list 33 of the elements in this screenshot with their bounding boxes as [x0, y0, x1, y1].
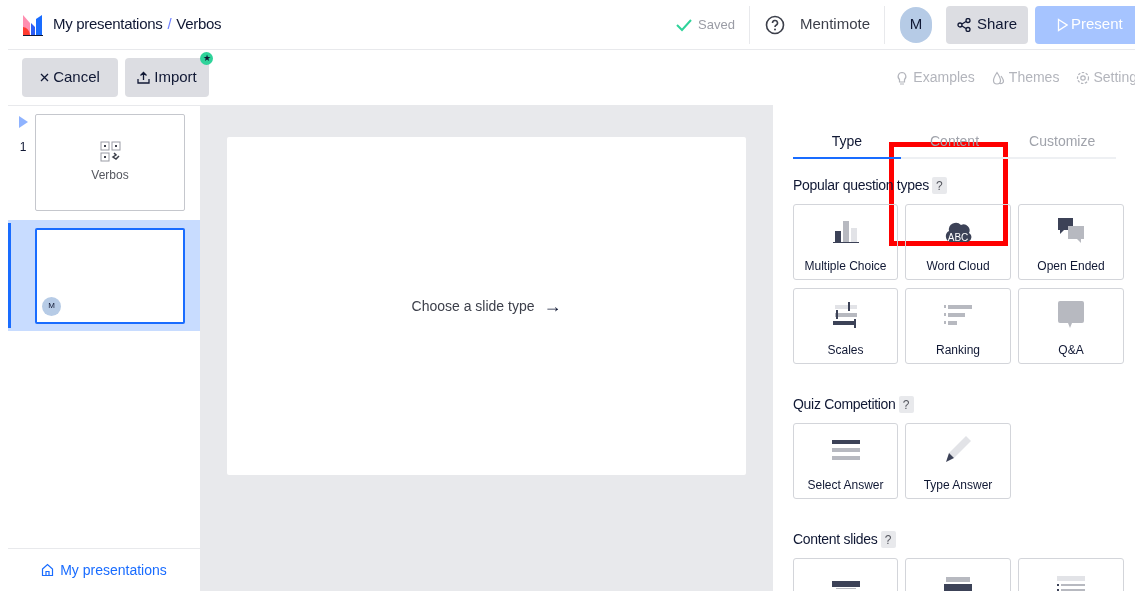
question-type-card[interactable]: ABC Word Cloud [905, 204, 1011, 280]
slide-thumbnail[interactable]: Verbos [35, 114, 185, 211]
section-heading: Quiz Competition [793, 395, 896, 414]
presentation-title: Verbos [176, 14, 222, 35]
section-heading: Content slides [793, 530, 878, 549]
slide-title: Verbos [91, 167, 129, 184]
question-type-card[interactable]: Ranking [905, 288, 1011, 364]
question-type-card[interactable]: Multiple Choice [793, 204, 898, 280]
new-badge: ★ [200, 52, 213, 65]
help-badge[interactable]: ? [898, 396, 914, 413]
cancel-button[interactable]: Cancel [22, 58, 118, 97]
question-type-card[interactable]: Type Answer [905, 423, 1011, 499]
slide-row[interactable]: M [8, 220, 200, 331]
share-button[interactable]: Share [946, 5, 1028, 44]
slide-number: 1 [19, 139, 27, 156]
slide-thumbnail[interactable]: M [35, 227, 185, 324]
help-badge[interactable]: ? [880, 531, 896, 548]
my-presentations-link[interactable]: My presentations [41, 559, 167, 581]
saved-status: Saved [698, 15, 735, 34]
slide-type-prompt: Choose a slide type [411, 296, 535, 316]
question-type-card[interactable]: Scales [793, 288, 898, 364]
help-badge[interactable]: ? [931, 177, 947, 194]
breadcrumb-link[interactable]: My presentations [53, 13, 163, 36]
arrow-icon: → [543, 292, 562, 320]
user-avatar[interactable]: M [900, 6, 932, 43]
author-avatar: M [42, 296, 61, 316]
question-type-card[interactable]: Select Answer [793, 423, 898, 499]
question-type-card[interactable]: Q&A [1018, 288, 1124, 364]
panel-tab[interactable]: Type [793, 125, 901, 159]
breadcrumb-separator: / [167, 14, 172, 35]
help-label: Mentimote [799, 14, 870, 35]
question-type-card[interactable]: Open Ended [1018, 204, 1124, 280]
icon-label: ABC [946, 233, 970, 243]
